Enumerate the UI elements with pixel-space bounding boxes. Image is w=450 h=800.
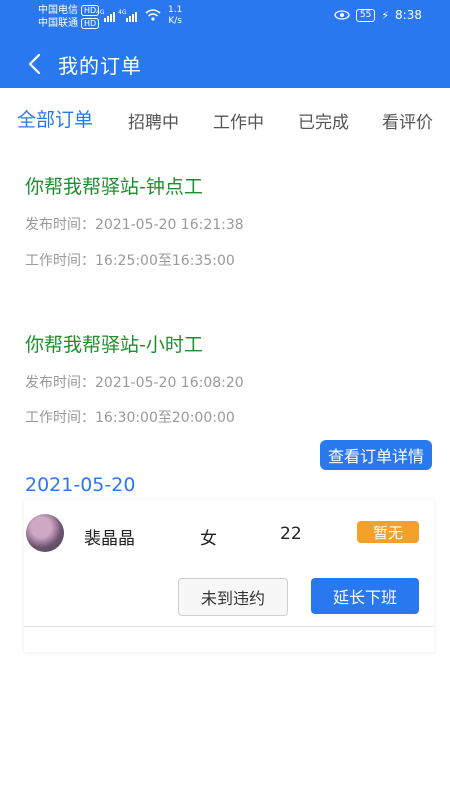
carrier-1: 中国电信 [38, 5, 78, 16]
worker-age: 22 [280, 524, 302, 544]
avatar [26, 514, 64, 552]
svg-text:4G: 4G [118, 9, 127, 16]
order-tabs: 全部订单 招聘中 工作中 已完成 看评价 [0, 100, 450, 136]
signal-icon: 4G 4G [96, 9, 137, 22]
divider [24, 626, 434, 627]
publish-time: 发布时间：2021-05-20 16:21:38 [25, 217, 244, 233]
tab-working[interactable]: 工作中 [213, 108, 264, 133]
view-order-details-button[interactable]: 查看订单详情 [320, 440, 432, 470]
speed-value: 1.1 [168, 5, 183, 15]
clock: 8:38 [395, 8, 422, 22]
tab-completed[interactable]: 已完成 [298, 108, 349, 133]
tab-recruiting[interactable]: 招聘中 [128, 108, 179, 133]
eye-icon [334, 10, 350, 20]
extend-shift-button[interactable]: 延长下班 [311, 578, 419, 614]
status-badge: 暂无 [357, 521, 419, 543]
status-bar: 中国电信 HD 中国联通 HD 4G 4G 1.1 K/s 55 ⚡ 8:38 [0, 0, 450, 34]
no-show-violation-button[interactable]: 未到违约 [178, 578, 288, 616]
order-title[interactable]: 你帮我帮驿站-小时工 [25, 330, 203, 357]
speed-unit: K/s [168, 16, 182, 26]
network-speed: 1.1 K/s [168, 5, 182, 27]
tab-all-orders[interactable]: 全部订单 [17, 105, 93, 132]
charging-icon: ⚡ [381, 8, 390, 22]
worker-card: 裴晶晶 女 22 暂无 未到违约 延长下班 [24, 500, 434, 652]
carrier-info: 中国电信 HD 中国联通 HD [38, 4, 100, 30]
status-right: 55 ⚡ 8:38 [334, 8, 422, 22]
work-time: 工作时间：16:30:00至20:00:00 [25, 410, 235, 426]
svg-text:4G: 4G [96, 9, 105, 16]
tab-reviews[interactable]: 看评价 [382, 108, 433, 133]
order-title[interactable]: 你帮我帮驿站-钟点工 [25, 172, 203, 199]
work-time: 工作时间：16:25:00至16:35:00 [25, 253, 235, 269]
publish-time: 发布时间：2021-05-20 16:08:20 [25, 375, 244, 391]
wifi-icon [145, 9, 161, 21]
back-arrow-icon[interactable] [26, 52, 44, 76]
app-header: 中国电信 HD 中国联通 HD 4G 4G 1.1 K/s 55 ⚡ 8:38 … [0, 0, 450, 88]
worker-gender: 女 [200, 529, 217, 549]
worker-name: 裴晶晶 [84, 529, 135, 549]
battery-icon: 55 [355, 8, 376, 22]
order-date: 2021-05-20 [25, 474, 136, 496]
page-title: 我的订单 [58, 54, 142, 78]
carrier-2: 中国联通 [38, 18, 78, 29]
